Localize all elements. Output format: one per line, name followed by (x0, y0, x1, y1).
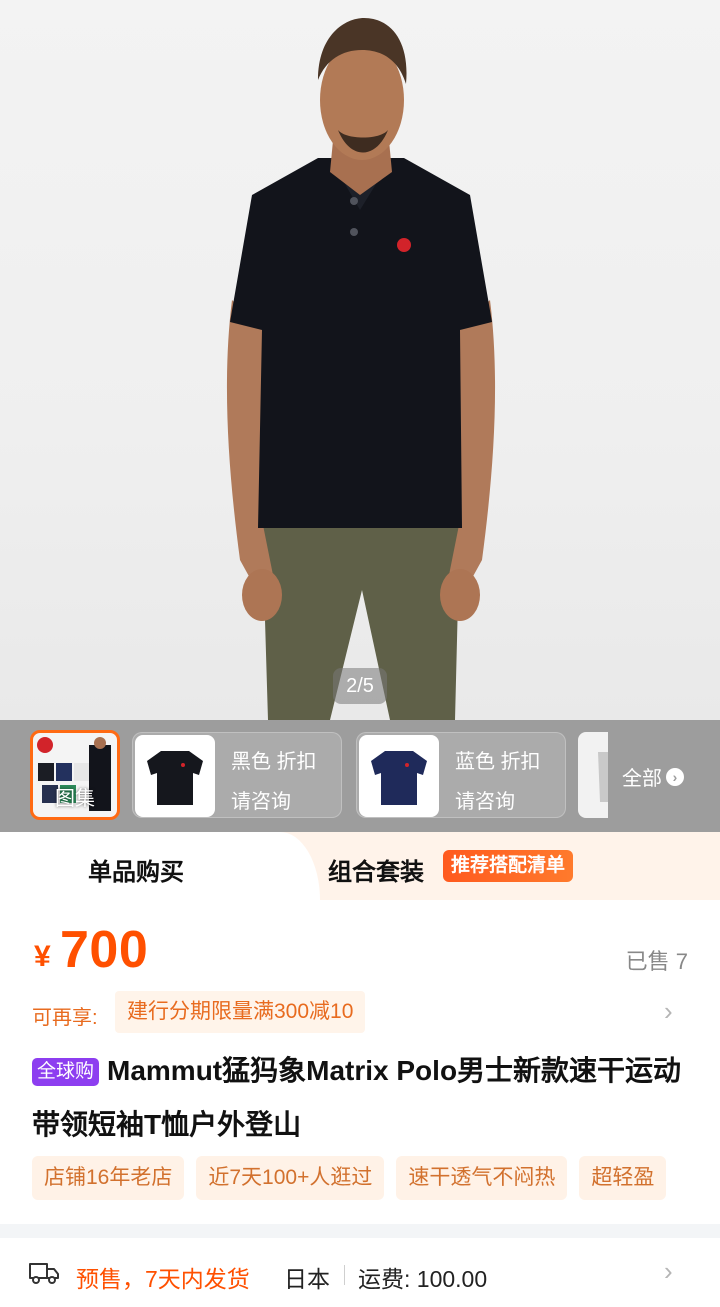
separator (344, 1265, 345, 1285)
global-purchase-badge: 全球购 (32, 1058, 100, 1086)
model-illustration (226, 18, 496, 720)
product-hero-image[interactable]: 2/5 (0, 0, 720, 720)
gallery-thumbnail[interactable]: 图集 (30, 730, 120, 820)
ship-origin: 日本 (284, 1266, 330, 1292)
promo-offer[interactable]: 建行分期限量满300减10 (115, 991, 366, 1033)
sku-thumbnail-strip: 图集 黑色 折扣 请咨询 蓝色 折扣 请咨询 全部 › (0, 720, 720, 832)
product-title-text: Mammut猛犸象Matrix Polo男士新款速干运动带领短袖T恤户外登山 (32, 1055, 682, 1140)
tag-item[interactable]: 近7天100+人逛过 (196, 1156, 385, 1200)
sold-count: 已售 7 (625, 949, 688, 974)
all-variants-label: 全部 (622, 768, 662, 790)
variant-blue-note: 请咨询 (455, 791, 515, 813)
price-value: 700 (60, 921, 149, 979)
variant-blue-image (359, 735, 439, 817)
image-counter: 2/5 (333, 668, 387, 704)
promo-label: 可再享: (32, 1007, 98, 1029)
truck-icon (29, 1263, 59, 1284)
presale-notice: 预售，7天内发货 (76, 1266, 250, 1292)
variant-partial-thumbnail[interactable] (578, 732, 608, 818)
all-variants-button[interactable]: 全部 › (622, 762, 684, 791)
variant-black[interactable]: 黑色 折扣 请咨询 (132, 732, 342, 818)
section-divider (0, 1224, 720, 1238)
chevron-right-icon: › (666, 767, 684, 786)
price-currency: ¥ (34, 940, 51, 973)
gallery-label: 图集 (55, 788, 95, 810)
tab-combo-set[interactable]: 组合套装 (328, 852, 424, 887)
purchase-mode-tabs: 单品购买 组合套装 推荐搭配清单 (0, 832, 720, 900)
variant-black-name: 黑色 折扣 (231, 751, 317, 773)
variant-black-note: 请咨询 (231, 791, 291, 813)
shipping-row[interactable]: 预售，7天内发货 日本 运费: 100.00 › (0, 1238, 720, 1307)
variant-black-image (135, 735, 215, 817)
recommended-list-badge[interactable]: 推荐搭配清单 (443, 850, 574, 882)
promo-chevron-icon[interactable]: › (664, 996, 673, 1027)
shipping-chevron-icon[interactable]: › (664, 1256, 673, 1287)
shipping-fee: 运费: 100.00 (358, 1266, 488, 1292)
variant-blue-name: 蓝色 折扣 (455, 751, 541, 773)
tag-item[interactable]: 店铺16年老店 (32, 1156, 185, 1200)
product-title: 全球购 Mammut猛犸象Matrix Polo男士新款速干运动带领短袖T恤户外登… (32, 1044, 700, 1152)
product-tags: 店铺16年老店 近7天100+人逛过 速干透气不闷热 超轻盈 (32, 1156, 720, 1200)
tag-item[interactable]: 速干透气不闷热 (396, 1156, 568, 1200)
tag-item[interactable]: 超轻盈 (579, 1156, 667, 1200)
tab-single-purchase[interactable]: 单品购买 (88, 852, 184, 887)
variant-blue[interactable]: 蓝色 折扣 请咨询 (356, 732, 566, 818)
